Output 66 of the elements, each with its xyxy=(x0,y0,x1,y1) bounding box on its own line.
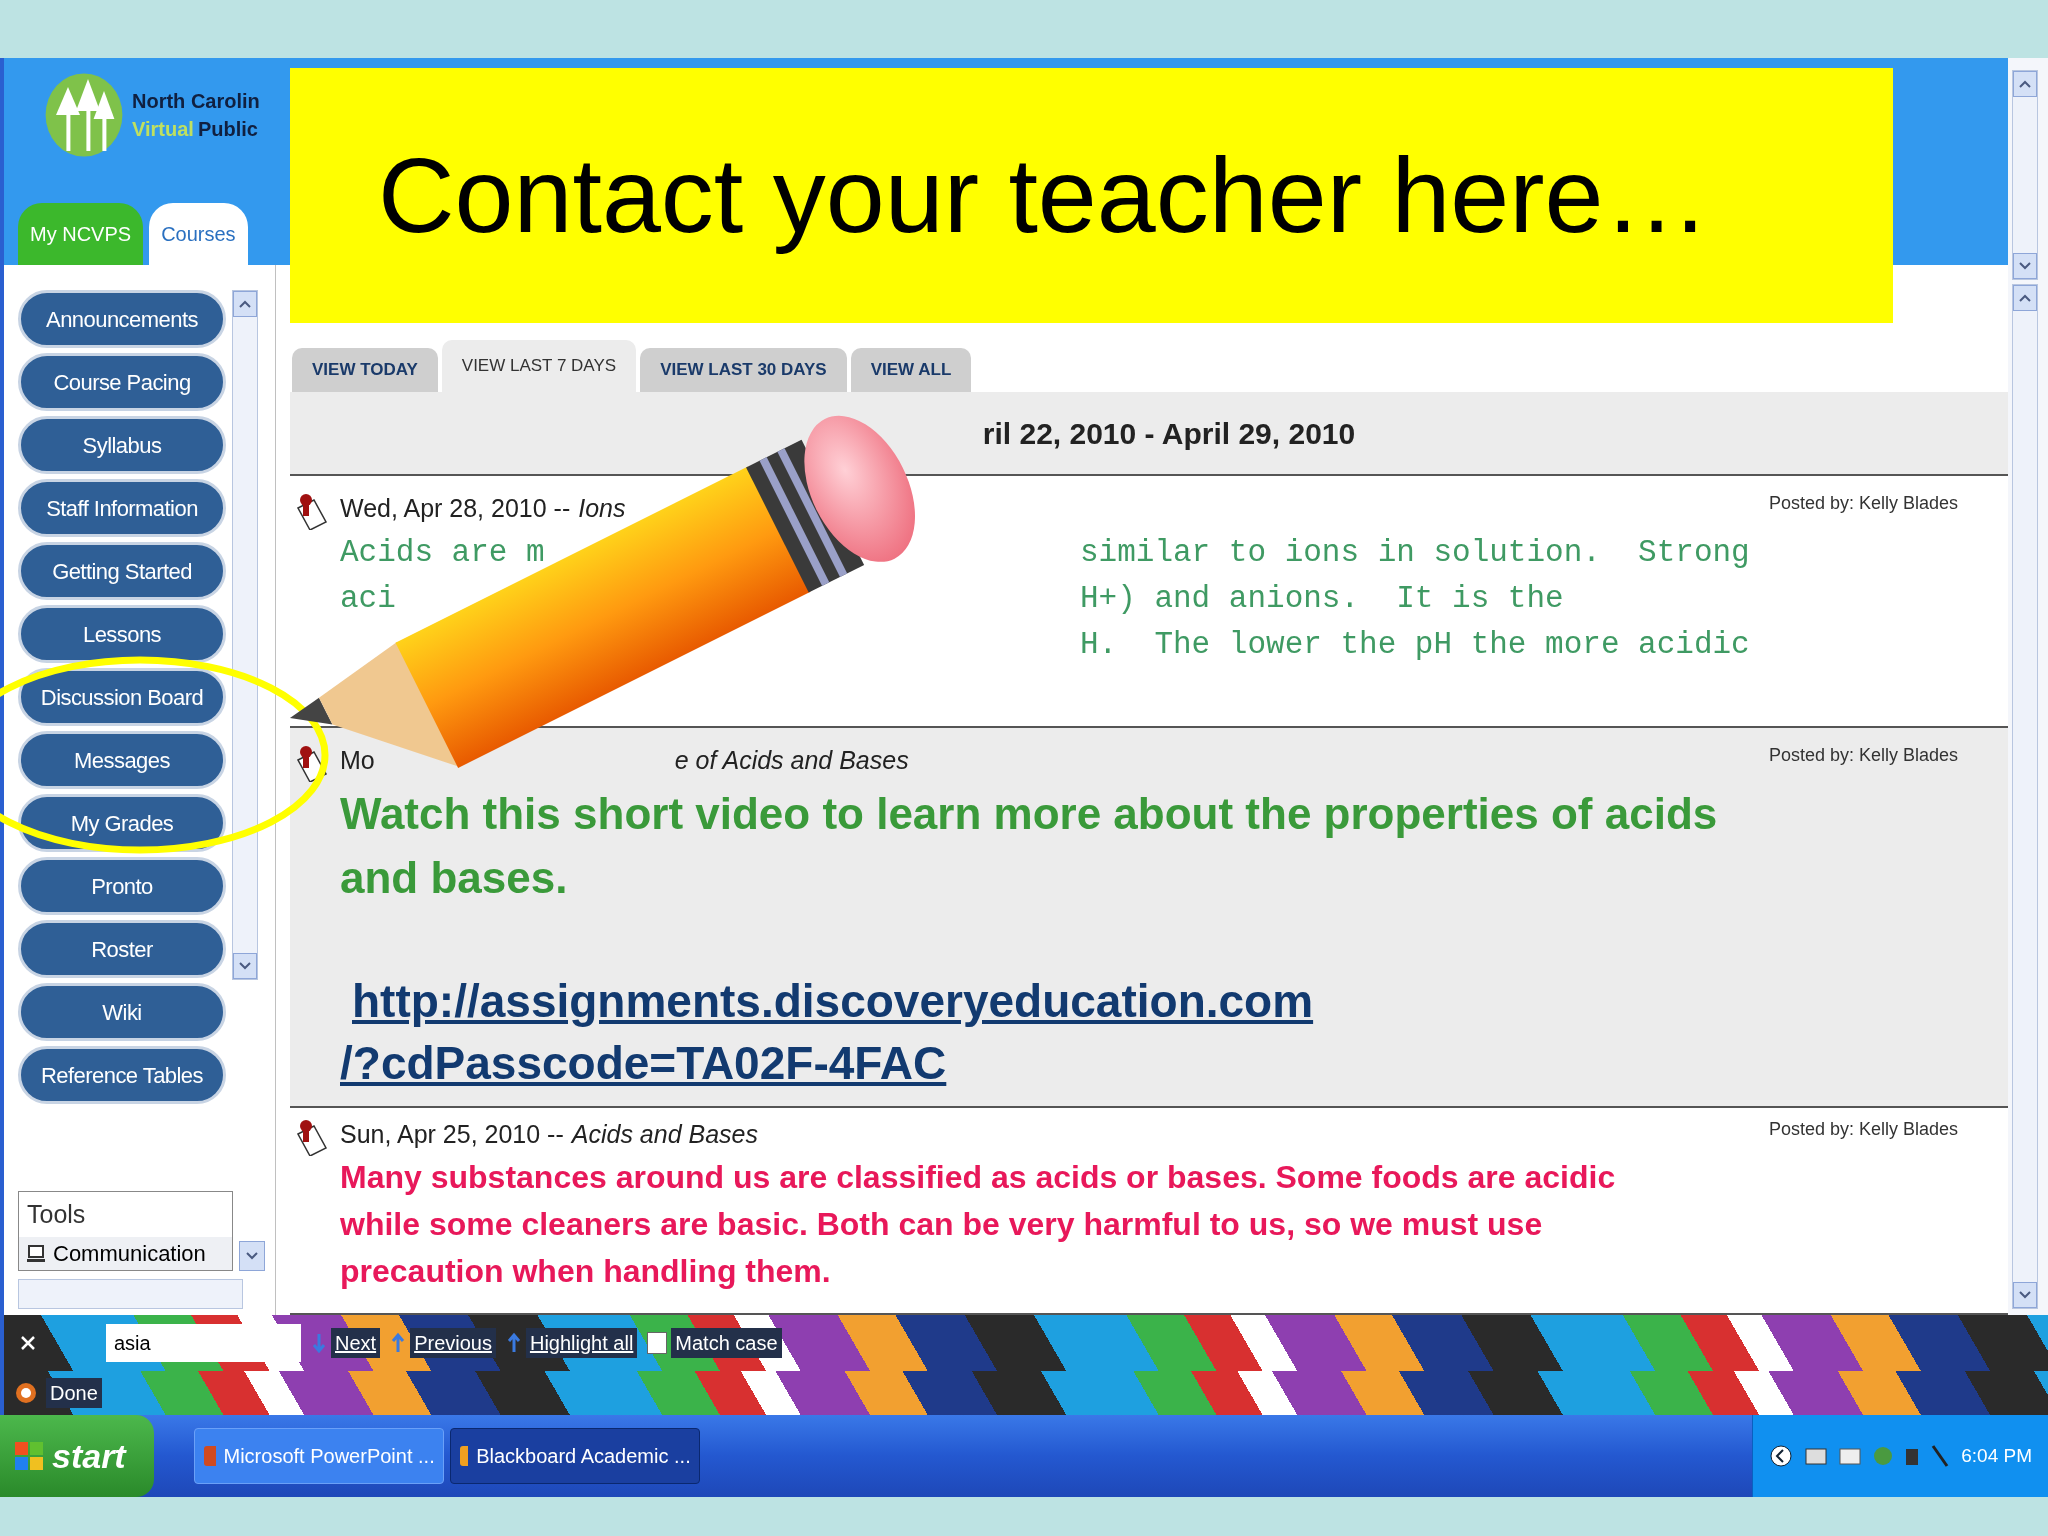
nav-button[interactable]: Staff Information xyxy=(18,479,226,537)
post-text: Many substances around us are classified as acids or bases. Some foods are acidic while some cleaners are basic. Both can be very harmful to us, so we must use precaution when handling them. xyxy=(340,1157,1617,1291)
post-topic: Ions xyxy=(578,493,626,524)
post-text: H. The lower the pH the more acidic xyxy=(1080,625,1750,664)
date-range: ril 22, 2010 - April 29, 2010 xyxy=(982,415,1356,452)
post-date: Wed, Apr 28, 2010 -- xyxy=(340,493,571,524)
expand-icon[interactable] xyxy=(1769,1444,1794,1468)
nav-button[interactable]: Announcements xyxy=(18,290,226,348)
logo-text: North Carolin xyxy=(132,89,260,114)
taskbar-button[interactable]: Microsoft PowerPoint ... xyxy=(193,1428,444,1484)
nav-button[interactable]: Course Pacing xyxy=(18,353,226,411)
nav-button[interactable]: Wiki xyxy=(18,983,226,1041)
post-text: Acids are m xyxy=(340,534,545,570)
horizontal-scrollbar[interactable] xyxy=(18,1279,243,1309)
post-date: Mo xyxy=(340,745,375,776)
trees-logo-icon xyxy=(44,70,124,160)
tools-item[interactable]: Communication xyxy=(19,1237,233,1270)
post-text: Watch this short video to learn more about the properties of acids and bases. xyxy=(340,787,1719,904)
note-pencil-icon xyxy=(294,744,328,782)
site-tab[interactable]: Courses xyxy=(149,203,248,265)
nav-button[interactable]: Roster xyxy=(18,920,226,978)
post-topic: Acids and Bases xyxy=(571,1119,758,1150)
scrollbar[interactable] xyxy=(2012,284,2038,1309)
close-icon[interactable] xyxy=(18,1336,38,1350)
nav-button[interactable]: Pronto xyxy=(18,857,226,915)
scrollbar[interactable] xyxy=(232,290,258,980)
app-icon xyxy=(202,1445,216,1467)
arrow-icon xyxy=(505,1332,522,1354)
view-tab[interactable]: VIEW ALL xyxy=(850,348,972,392)
post-topic: e of Acids and Bases xyxy=(674,745,909,776)
post-text: H+) and anions. It is the xyxy=(1080,579,1564,618)
posted-by: Posted by: Kelly Blades xyxy=(1768,1118,1958,1141)
note-pencil-icon xyxy=(294,1118,328,1156)
fox-icon xyxy=(14,1381,38,1405)
status-text: Done xyxy=(46,1378,102,1408)
view-tab[interactable]: VIEW TODAY xyxy=(292,348,438,392)
video-link[interactable]: http://assignments.discoveryeducation.com /?cdPasscode=TA02F-4FAC xyxy=(340,969,1958,1094)
windows-logo-icon xyxy=(14,1441,44,1471)
arrow-icon xyxy=(311,1332,327,1354)
clock: 6:04 PM xyxy=(1961,1443,2032,1468)
monitor-icon[interactable] xyxy=(1839,1446,1862,1466)
post-text: aci xyxy=(340,580,396,616)
nav-button[interactable]: Messages xyxy=(18,731,226,789)
start-button[interactable]: start xyxy=(0,1415,154,1497)
post-date: Sun, Apr 25, 2010 -- xyxy=(340,1119,564,1150)
nav-button[interactable]: Syllabus xyxy=(18,416,226,474)
logo-text: Virtual xyxy=(132,117,194,142)
view-tab[interactable]: VIEW LAST 7 DAYS xyxy=(441,340,637,392)
posted-by: Posted by: Kelly Blades xyxy=(1768,744,1958,767)
nav-button[interactable]: Lessons xyxy=(18,605,226,663)
arrow-icon xyxy=(390,1332,407,1354)
nav-button[interactable]: Discussion Board xyxy=(18,668,226,726)
post-text: similar to ions in solution. Strong xyxy=(1080,533,1750,572)
logo-text: Public xyxy=(197,117,258,142)
scrollbar[interactable] xyxy=(2012,70,2038,280)
computer-icon xyxy=(27,1244,45,1263)
app-icon xyxy=(458,1445,469,1467)
posted-by: Posted by: Kelly Blades xyxy=(1768,492,1958,515)
nav-button[interactable]: Reference Tables xyxy=(18,1046,226,1104)
nav-button[interactable]: Getting Started xyxy=(18,542,226,600)
callout-text: Contact your teacher here… xyxy=(378,135,1710,256)
find-field[interactable]: asia xyxy=(106,1324,301,1362)
note-pencil-icon xyxy=(294,492,328,530)
view-tab[interactable]: VIEW LAST 30 DAYS xyxy=(640,348,847,392)
tools-title: Tools xyxy=(26,1198,87,1230)
taskbar-button[interactable]: Blackboard Academic ... xyxy=(449,1428,700,1484)
